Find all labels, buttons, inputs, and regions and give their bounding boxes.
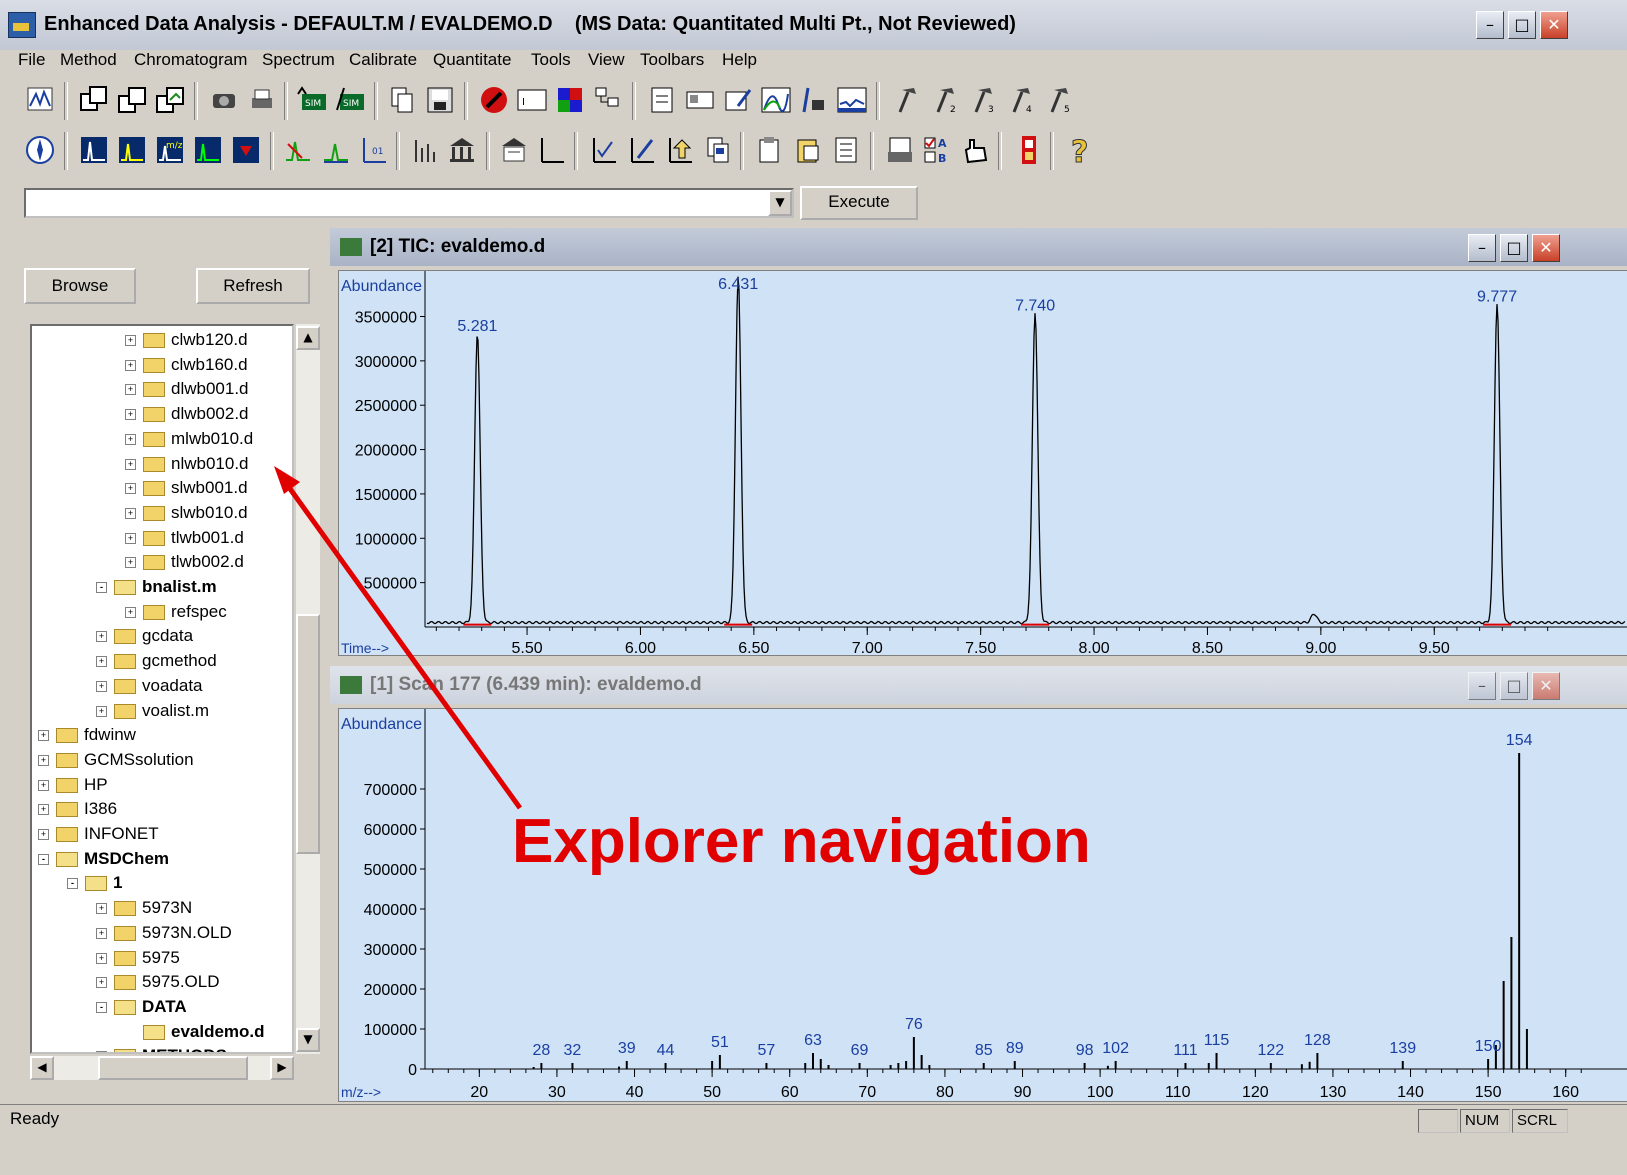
status-pane-empty [1418,1109,1458,1133]
annotation-arrow [274,466,523,810]
status-text: Ready [10,1109,60,1128]
annotation-label: Explorer navigation [512,807,1091,876]
status-bar: Ready NUM SCRL [0,1104,1627,1135]
status-scrl: SCRL [1512,1109,1568,1133]
status-num: NUM [1460,1109,1510,1133]
